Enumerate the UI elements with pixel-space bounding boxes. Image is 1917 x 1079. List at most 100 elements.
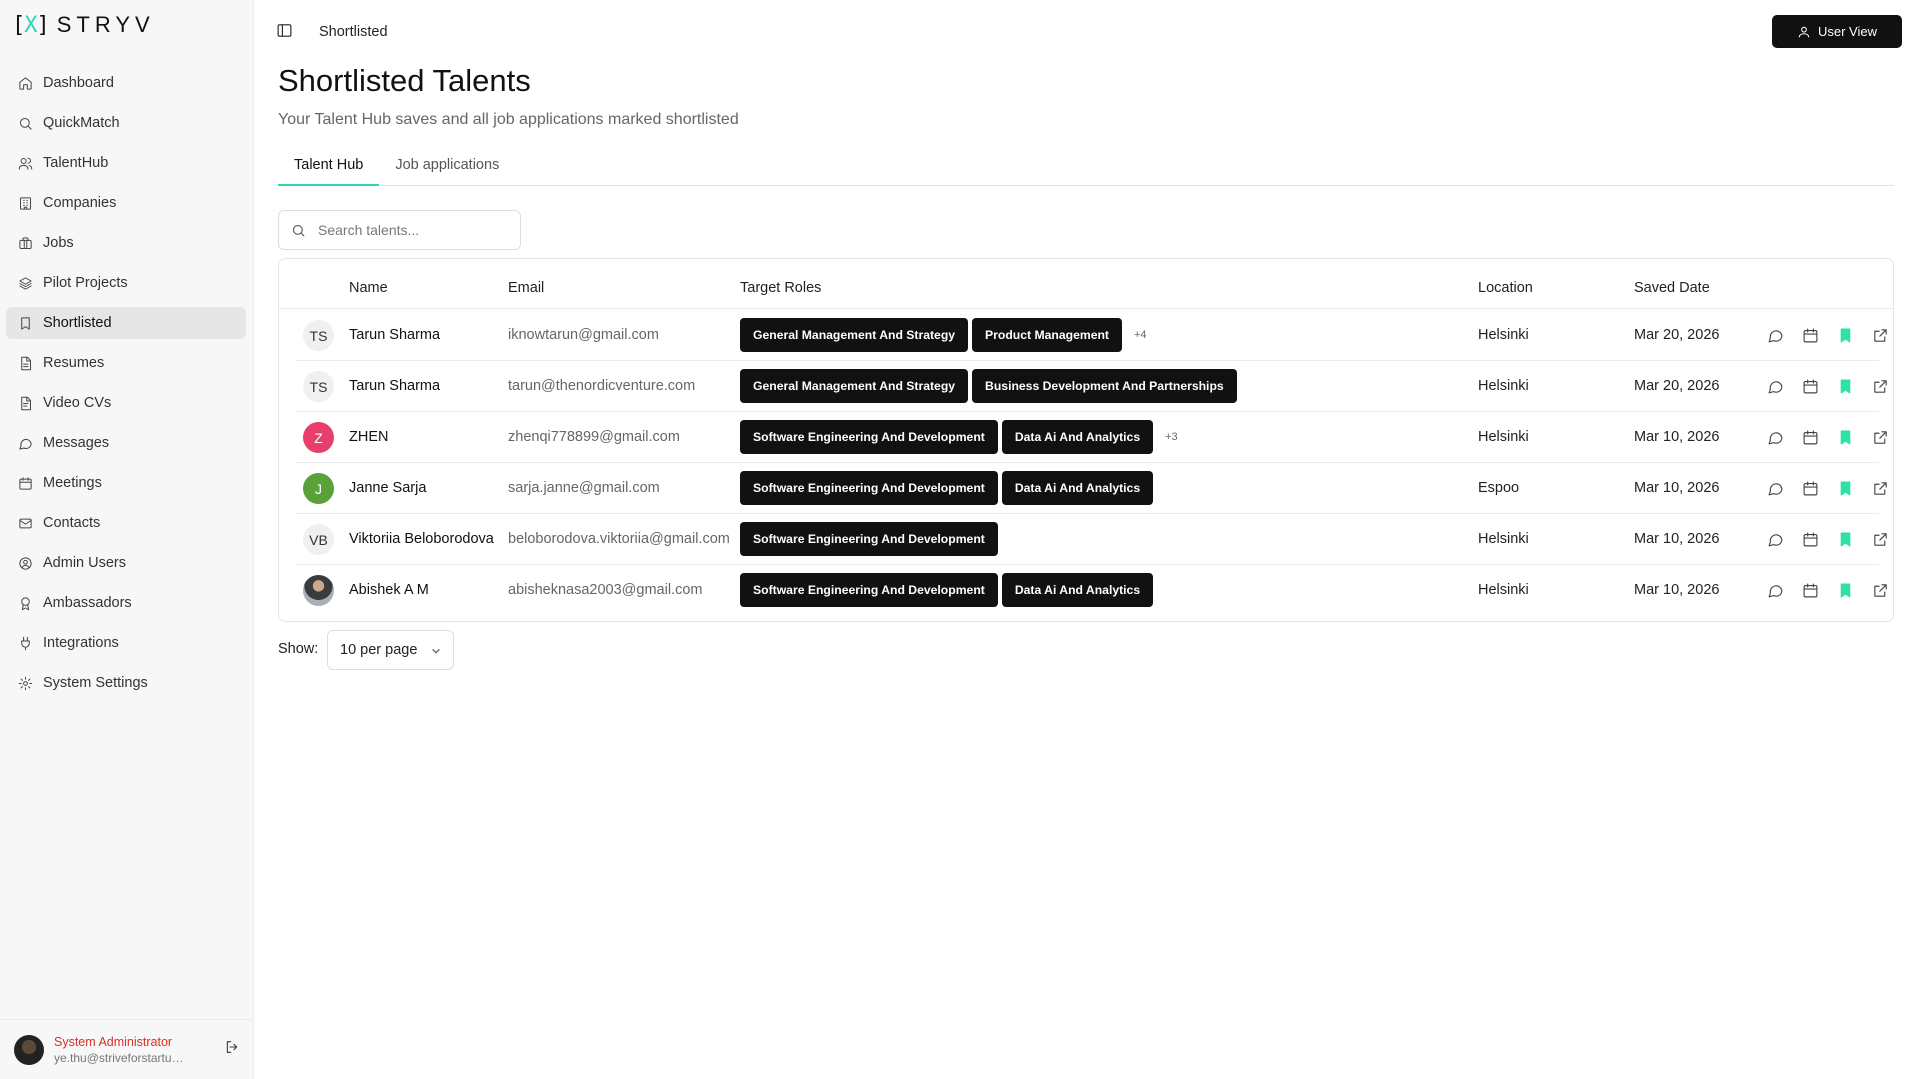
sidebar-item-label: Dashboard xyxy=(43,75,114,91)
calendar-icon xyxy=(15,473,35,493)
talent-location: Helsinki xyxy=(1478,531,1529,547)
current-user: System Administrator ye.thu@striveforsta… xyxy=(0,1019,254,1079)
file-icon xyxy=(15,353,35,373)
role-chip: Software Engineering And Development xyxy=(740,573,998,607)
user-email: ye.thu@striveforstartups.com xyxy=(54,1050,190,1065)
sidebar-item-messages[interactable]: Messages xyxy=(6,427,246,459)
sidebar-item-ambassadors[interactable]: Ambassadors xyxy=(6,587,246,619)
external-link-icon[interactable] xyxy=(1872,531,1889,553)
table-row[interactable]: VB Viktoriia Beloborodova beloborodova.v… xyxy=(295,514,1887,565)
saved-date: Mar 20, 2026 xyxy=(1634,378,1720,394)
brand-logo[interactable]: [X] STRYV xyxy=(12,12,155,38)
user-view-button[interactable]: User View xyxy=(1772,15,1902,48)
sidebar-item-contacts[interactable]: Contacts xyxy=(6,507,246,539)
target-roles: Software Engineering And Development Data… xyxy=(740,573,1154,607)
role-chip: Software Engineering And Development xyxy=(740,420,998,454)
bookmark-icon[interactable] xyxy=(1837,582,1854,604)
sidebar: [X] STRYV Dashboard QuickMatch TalentHub… xyxy=(0,0,254,1079)
column-header-saved-date[interactable]: Saved Date xyxy=(1634,280,1710,296)
talents-table: Name Email Target Roles Location Saved D… xyxy=(278,258,1894,622)
calendar-icon[interactable] xyxy=(1802,327,1819,349)
talent-name[interactable]: Viktoriia Beloborodova xyxy=(349,531,494,547)
page-title: Shortlisted Talents xyxy=(278,63,531,98)
column-header-target-roles[interactable]: Target Roles xyxy=(740,280,821,296)
table-row[interactable]: J Janne Sarja sarja.janne@gmail.com Soft… xyxy=(295,463,1887,514)
sidebar-item-meetings[interactable]: Meetings xyxy=(6,467,246,499)
message-icon[interactable] xyxy=(1767,582,1784,604)
talent-name[interactable]: Abishek A M xyxy=(349,582,429,598)
row-actions xyxy=(1767,480,1889,502)
message-icon xyxy=(15,433,35,453)
talent-name[interactable]: Janne Sarja xyxy=(349,480,426,496)
calendar-icon[interactable] xyxy=(1802,582,1819,604)
more-roles-count[interactable]: +3 xyxy=(1165,431,1178,443)
user-info: System Administrator ye.thu@striveforsta… xyxy=(54,1035,224,1065)
role-chip: Data Ai And Analytics xyxy=(1001,573,1154,607)
talent-name[interactable]: Tarun Sharma xyxy=(349,378,440,394)
more-roles-count[interactable]: +4 xyxy=(1134,329,1147,341)
tab-talent-hub[interactable]: Talent Hub xyxy=(278,152,380,186)
bookmark-icon[interactable] xyxy=(1837,327,1854,349)
per-page-select[interactable]: 10 per page xyxy=(327,630,454,670)
message-icon[interactable] xyxy=(1767,378,1784,400)
column-header-name[interactable]: Name xyxy=(349,280,388,296)
calendar-icon[interactable] xyxy=(1802,378,1819,400)
sidebar-item-label: Ambassadors xyxy=(43,595,132,611)
message-icon[interactable] xyxy=(1767,480,1784,502)
search-input[interactable] xyxy=(318,222,498,238)
role-chip: General Management And Strategy xyxy=(740,369,969,403)
tab-job-applications[interactable]: Job applications xyxy=(379,152,515,186)
sidebar-item-resumes[interactable]: Resumes xyxy=(6,347,246,379)
sidebar-item-pilot-projects[interactable]: Pilot Projects xyxy=(6,267,246,299)
table-row[interactable]: Abishek A M abisheknasa2003@gmail.com So… xyxy=(295,565,1887,616)
message-icon[interactable] xyxy=(1767,327,1784,349)
user-icon xyxy=(1798,26,1810,37)
sidebar-item-talenthub[interactable]: TalentHub xyxy=(6,147,246,179)
sidebar-item-jobs[interactable]: Jobs xyxy=(6,227,246,259)
calendar-icon[interactable] xyxy=(1802,429,1819,451)
bookmark-icon[interactable] xyxy=(1837,480,1854,502)
external-link-icon[interactable] xyxy=(1872,480,1889,502)
sidebar-toggle-icon[interactable] xyxy=(276,22,293,44)
bookmark-icon[interactable] xyxy=(1837,429,1854,451)
saved-date: Mar 20, 2026 xyxy=(1634,327,1720,343)
table-row[interactable]: Z ZHEN zhenqi778899@gmail.com Software E… xyxy=(295,412,1887,463)
sidebar-item-video-cvs[interactable]: Video CVs xyxy=(6,387,246,419)
bookmark-icon[interactable] xyxy=(1837,531,1854,553)
table-row[interactable]: TS Tarun Sharma iknowtarun@gmail.com Gen… xyxy=(295,310,1887,361)
external-link-icon[interactable] xyxy=(1872,378,1889,400)
sidebar-item-dashboard[interactable]: Dashboard xyxy=(6,67,246,99)
talent-email: sarja.janne@gmail.com xyxy=(508,480,660,496)
avatar[interactable] xyxy=(14,1034,44,1065)
talent-email: iknowtarun@gmail.com xyxy=(508,327,659,343)
talent-name[interactable]: ZHEN xyxy=(349,429,388,445)
target-roles: Software Engineering And Development xyxy=(740,522,998,556)
sidebar-item-admin-users[interactable]: Admin Users xyxy=(6,547,246,579)
message-icon[interactable] xyxy=(1767,429,1784,451)
file-video-icon xyxy=(15,393,35,413)
external-link-icon[interactable] xyxy=(1872,582,1889,604)
sidebar-item-companies[interactable]: Companies xyxy=(6,187,246,219)
message-icon[interactable] xyxy=(1767,531,1784,553)
avatar: TS xyxy=(303,320,334,351)
table-row[interactable]: TS Tarun Sharma tarun@thenordicventure.c… xyxy=(295,361,1887,412)
sidebar-item-integrations[interactable]: Integrations xyxy=(6,627,246,659)
external-link-icon[interactable] xyxy=(1872,429,1889,451)
talent-email: beloborodova.viktoriia@gmail.com xyxy=(508,531,730,547)
logout-icon[interactable] xyxy=(224,1039,240,1060)
calendar-icon[interactable] xyxy=(1802,480,1819,502)
external-link-icon[interactable] xyxy=(1872,327,1889,349)
bookmark-icon[interactable] xyxy=(1837,378,1854,400)
row-actions xyxy=(1767,531,1889,553)
row-actions xyxy=(1767,582,1889,604)
breadcrumb: Shortlisted xyxy=(319,24,388,40)
column-header-location[interactable]: Location xyxy=(1478,280,1533,296)
sidebar-item-system-settings[interactable]: System Settings xyxy=(6,667,246,699)
sidebar-item-label: System Settings xyxy=(43,675,148,691)
talent-name[interactable]: Tarun Sharma xyxy=(349,327,440,343)
sidebar-item-shortlisted[interactable]: Shortlisted xyxy=(6,307,246,339)
calendar-icon[interactable] xyxy=(1802,531,1819,553)
column-header-email[interactable]: Email xyxy=(508,280,544,296)
sidebar-item-quickmatch[interactable]: QuickMatch xyxy=(6,107,246,139)
sidebar-item-label: Pilot Projects xyxy=(43,275,128,291)
